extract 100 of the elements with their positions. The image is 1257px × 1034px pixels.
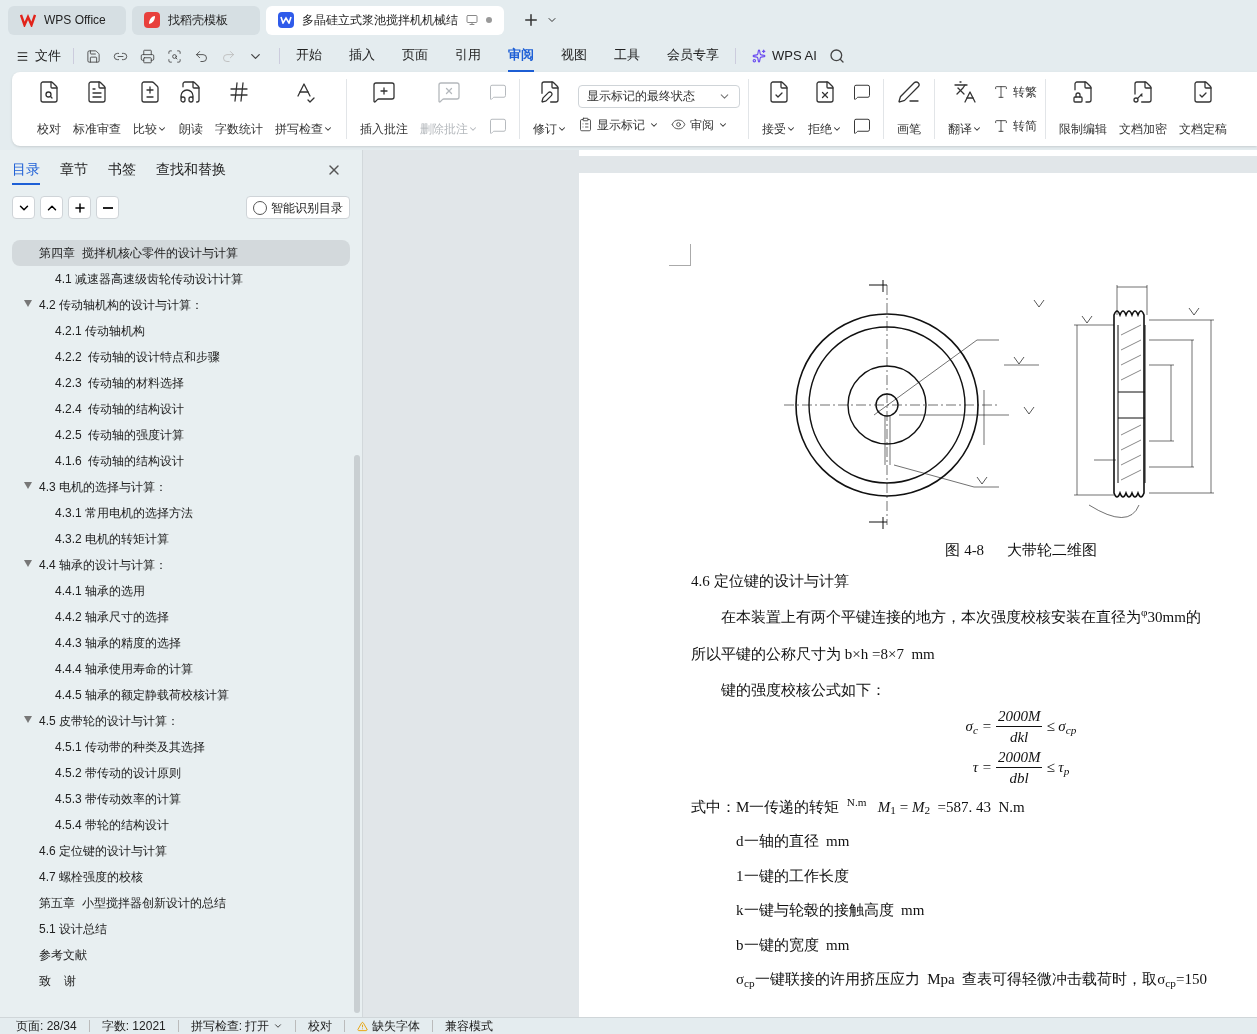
toc-item[interactable]: 4.7 螺栓强度的校核 [12,864,350,890]
save-icon[interactable] [86,48,101,64]
menu-tab[interactable]: 视图 [561,40,587,72]
ribbon-small-button[interactable]: 转简 [993,117,1037,135]
toc-item[interactable]: 4.4.1 轴承的选用 [12,578,350,604]
toc-item[interactable]: 4.4.3 轴承的精度的选择 [12,630,350,656]
toc-item[interactable]: 4.2 传动轴机构的设计与计算： [12,292,350,318]
toc-item[interactable]: 4.1.6 传动轴的结构设计 [12,448,350,474]
definition-line: d一轴的直径 mm [736,833,850,849]
menu-tab[interactable]: 页面 [402,40,428,72]
ribbon-button[interactable]: 校对 [32,80,66,138]
ribbon-button[interactable]: 翻译 [943,80,987,138]
toc-item[interactable]: 4.5.1 传动带的种类及其选择 [12,734,350,760]
print-preview-icon[interactable] [167,48,182,64]
menu-tab[interactable]: 工具 [614,40,640,72]
ribbon-button[interactable]: 修订 [528,80,572,138]
ribbon-button[interactable]: 标准审查 [68,80,126,138]
ribbon-button[interactable]: 接受 [757,80,801,138]
status-text: 校对 [308,1018,333,1034]
toc-item[interactable]: 4.2.5 传动轴的强度计算 [12,422,350,448]
toc-item[interactable]: 4.6 定位键的设计与计算 [12,838,350,864]
toc-item[interactable]: 致 谢 [12,968,350,994]
toc-item[interactable]: 4.5.2 带传动的设计原则 [12,760,350,786]
toc-item[interactable]: 4.2.1 传动轴机构 [12,318,350,344]
sidebar-tab[interactable]: 章节 [60,155,88,185]
status-text: 兼容模式 [445,1018,494,1034]
toc-item[interactable]: 4.2.3 传动轴的材料选择 [12,370,350,396]
file-menu[interactable]: 文件 [16,46,61,66]
smart-toc-button[interactable]: 智能识别目录 [246,196,350,219]
toc-item[interactable]: 4.3.1 常用电机的选择方法 [12,500,350,526]
ribbon-button[interactable]: 文档定稿 [1174,80,1232,138]
status-text: 页面: 28/34 [16,1018,77,1034]
toc-item[interactable]: 4.5 皮带轮的设计与计算： [12,708,350,734]
app-tab[interactable]: 多晶硅立式浆池搅拌机机械结 [266,5,504,35]
ribbon-small-button[interactable]: 转繁 [993,83,1037,101]
ribbon-button[interactable]: 拼写检查 [270,80,338,138]
toc-item[interactable]: 5.1 设计总结 [12,916,350,942]
ribbon-small-button[interactable]: 审阅 [671,115,728,134]
expand-arrow-icon[interactable] [24,560,32,567]
spell-check-status[interactable]: 拼写检查: 打开 [190,1017,284,1034]
toc-item[interactable]: 第四章 搅拌机核心零件的设计与计算 [12,240,350,266]
toc-item[interactable]: 4.3.2 电机的转矩计算 [12,526,350,552]
toc-item[interactable]: 4.4 轴承的设计与计算： [12,552,350,578]
character-conversion-icon [993,118,1009,134]
ribbon-button[interactable]: 限制编辑 [1054,80,1112,138]
menu-tab[interactable]: 插入 [349,40,375,72]
remove-button[interactable] [96,196,119,219]
ribbon-button[interactable]: 文档加密 [1114,80,1172,138]
toc-item[interactable]: 4.4.5 轴承的额定静载荷校核计算 [12,682,350,708]
ribbon-icon [953,80,977,104]
search-icon[interactable] [828,48,845,64]
add-button[interactable] [68,196,91,219]
toc-item[interactable]: 4.5.3 带传动效率的计算 [12,786,350,812]
toc-item[interactable]: 4.5.4 带轮的结构设计 [12,812,350,838]
toc-item[interactable]: 4.4.4 轴承使用寿命的计算 [12,656,350,682]
section-heading: 4.6 定位键的设计与计算 [691,572,849,589]
sidebar-tab[interactable]: 目录 [12,155,40,185]
ribbon-icon [85,80,109,104]
ribbon-button[interactable]: 插入批注 [355,80,413,138]
markup-display-dropdown[interactable]: 显示标记的最终状态 [578,84,740,108]
print-icon[interactable] [140,48,155,64]
scrollbar-thumb[interactable] [354,455,360,1013]
paragraph: 在本装置上有两个平键连接的地方，本次强度校核安装在直径为$^{φ}$30mm的 [721,609,1201,625]
paragraph: 式中：M一传递的转矩 $^{N.m}$ M$_{1}$ = M$_{2}$ =587. 43 N.m [691,798,1025,815]
menu-tab[interactable]: 开始 [296,40,322,72]
menu-icon [16,49,29,63]
new-tab-icon[interactable] [522,11,540,29]
expand-arrow-icon[interactable] [24,300,32,307]
ribbon-icon [767,80,791,104]
toc-item[interactable]: 4.4.2 轴承尺寸的选择 [12,604,350,630]
ribbon-button[interactable]: 拒绝 [803,80,847,138]
toc-item[interactable]: 4.2.2 传动轴的设计特点和步骤 [12,344,350,370]
toc-item[interactable]: 4.2.4 传动轴的结构设计 [12,396,350,422]
ribbon-small-button[interactable]: 显示标记 [578,115,659,134]
ribbon-button[interactable]: 字数统计 [210,80,268,138]
previous-comment-button[interactable] [853,83,871,101]
sidebar-tab[interactable]: 书签 [108,155,136,185]
undo-icon[interactable] [194,48,209,64]
ribbon-button[interactable]: 画笔 [892,80,926,138]
sidebar-tab[interactable]: 查找和替换 [156,155,226,185]
ai-button[interactable]: WPS AI [752,46,817,66]
ribbon-button[interactable]: 比较 [128,80,172,138]
markup-icon [578,117,593,132]
menu-tab[interactable]: 引用 [455,40,481,72]
missing-fonts-status[interactable]: 缺失字体 [357,1017,421,1034]
app-tab[interactable]: WPS Office [8,5,126,35]
toc-item[interactable]: 4.1 减速器高速级齿轮传动设计计算 [12,266,350,292]
collapse-button[interactable] [12,196,35,219]
toc-item[interactable]: 4.3 电机的选择与计算： [12,474,350,500]
expand-arrow-icon[interactable] [24,482,32,489]
expand-arrow-icon[interactable] [24,716,32,723]
toc-item[interactable]: 参考文献 [12,942,350,968]
expand-button[interactable] [40,196,63,219]
menu-tab[interactable]: 会员专享 [667,40,719,72]
ribbon-button[interactable]: 朗读 [174,80,208,138]
next-comment-button[interactable] [853,117,871,135]
app-tab[interactable]: 找稻壳模板 [132,5,260,35]
toc-item[interactable]: 第五章 小型搅拌器创新设计的总结 [12,890,350,916]
ribbon-icon [1071,80,1095,104]
fraction-numerator: 2000M [995,746,1043,768]
